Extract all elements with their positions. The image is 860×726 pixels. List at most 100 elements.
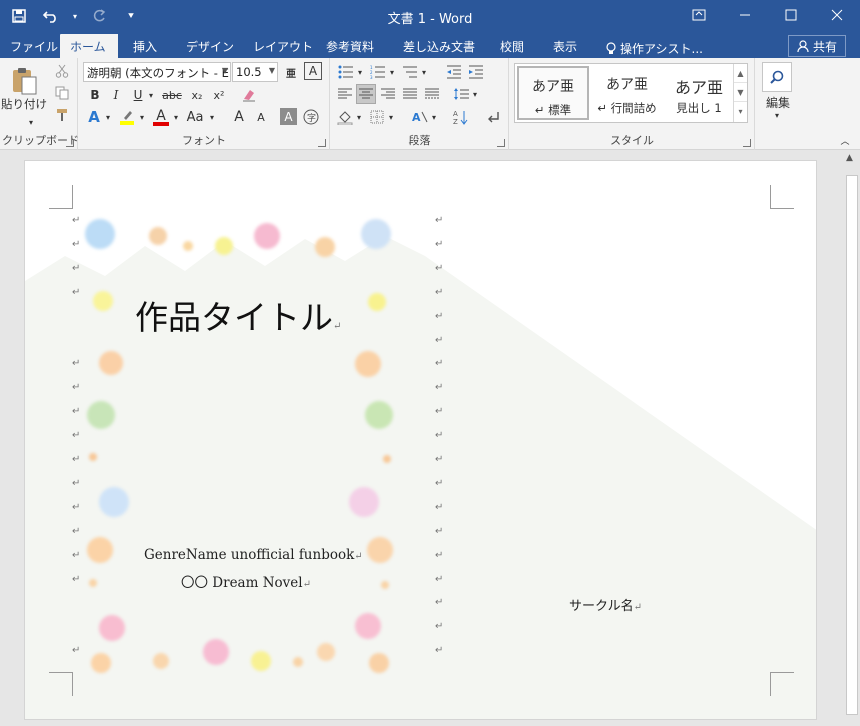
style-no-spacing[interactable]: あア亜 ↵ 行間詰め [591, 66, 663, 120]
underline-dropdown-icon[interactable]: ▾ [146, 85, 156, 105]
character-border-icon[interactable]: A [304, 62, 322, 80]
text-effects-button[interactable]: A [84, 107, 104, 127]
tab-mailings[interactable]: 差し込み文書 [393, 34, 485, 58]
borders-icon[interactable] [367, 107, 387, 127]
maximize-icon[interactable] [768, 0, 814, 30]
person-icon [797, 40, 809, 52]
decoration-dot [381, 581, 389, 589]
close-icon[interactable] [814, 0, 860, 30]
share-button[interactable]: 共有 [787, 35, 846, 57]
paragraph-launcher-icon[interactable] [497, 139, 505, 147]
gallery-more-icon[interactable]: ▾ [734, 102, 747, 121]
tab-review[interactable]: 校閲 [490, 34, 534, 58]
decoration-dot [99, 351, 123, 375]
decoration-dot [149, 227, 167, 245]
sort-icon[interactable]: AZ [451, 107, 471, 127]
enclose-characters-icon[interactable]: 字 [301, 107, 321, 127]
align-center-icon[interactable] [356, 84, 376, 104]
grow-font-button[interactable]: A [229, 107, 249, 127]
character-shading-button[interactable]: A [280, 108, 297, 125]
font-launcher-icon[interactable] [318, 139, 326, 147]
collapse-ribbon-icon[interactable]: ︿ [838, 134, 852, 147]
styles-launcher-icon[interactable] [743, 139, 751, 147]
paste-button[interactable]: 貼り付け [1, 62, 47, 116]
style-heading-1[interactable]: あア亜 見出し 1 [663, 66, 735, 120]
asian-layout-dropdown-icon[interactable]: ▾ [430, 107, 438, 127]
change-case-dropdown-icon[interactable]: ▾ [207, 107, 217, 127]
paragraph-mark: ↵ [72, 215, 81, 226]
format-painter-icon[interactable] [52, 106, 72, 124]
bullets-dropdown-icon[interactable]: ▾ [356, 62, 364, 82]
genre-line[interactable]: GenreName unofficial funbook↵ [144, 547, 363, 563]
paragraph-mark: ↵ [435, 525, 444, 537]
vertical-scrollbar[interactable]: ▲ [843, 151, 860, 726]
italic-button[interactable]: I [106, 85, 126, 105]
shading-icon[interactable] [335, 107, 355, 127]
underline-button[interactable]: U [128, 85, 148, 105]
bullets-icon[interactable] [335, 62, 357, 82]
numbering-dropdown-icon[interactable]: ▾ [388, 62, 396, 82]
tab-view[interactable]: 表示 [543, 34, 587, 58]
document-page[interactable]: 作品タイトル↵ GenreName unofficial funbook↵ 〇〇… [24, 160, 817, 720]
scroll-thumb[interactable] [846, 175, 858, 715]
paste-dropdown-icon[interactable]: ▾ [26, 118, 36, 127]
decoration-dot [367, 537, 393, 563]
paragraph-mark: ↵ [435, 286, 444, 298]
tab-design[interactable]: デザイン [176, 34, 244, 58]
scroll-up-icon[interactable]: ▲ [846, 153, 853, 163]
highlight-icon[interactable] [117, 107, 137, 127]
distributed-icon[interactable] [422, 84, 442, 104]
show-marks-icon[interactable] [483, 107, 503, 127]
text-effects-dropdown-icon[interactable]: ▾ [103, 107, 113, 127]
font-color-dropdown-icon[interactable]: ▾ [171, 107, 181, 127]
tab-home[interactable]: ホーム [60, 34, 118, 58]
font-color-button[interactable]: A [151, 107, 171, 127]
tab-insert[interactable]: 挿入 [123, 34, 167, 58]
multilevel-dropdown-icon[interactable]: ▾ [420, 62, 428, 82]
editing-dropdown-icon[interactable]: ▾ [772, 110, 782, 120]
tell-me-box[interactable]: 操作アシスト... [596, 34, 713, 58]
cut-icon[interactable] [52, 62, 72, 80]
font-size-combo[interactable]: 10.5 ▼ [232, 62, 278, 82]
decrease-indent-icon[interactable] [443, 62, 465, 82]
font-group-label: フォント [182, 134, 226, 147]
gallery-down-icon[interactable]: ▼ [734, 83, 747, 102]
novel-line[interactable]: 〇〇 Dream Novel↵ [181, 571, 311, 591]
shrink-font-button[interactable]: A [251, 107, 271, 127]
change-case-button[interactable]: Aa [183, 107, 207, 127]
editing-button[interactable]: 編集 [758, 94, 798, 110]
bold-button[interactable]: B [85, 85, 105, 105]
highlight-dropdown-icon[interactable]: ▾ [137, 107, 147, 127]
justify-icon[interactable] [400, 84, 420, 104]
tab-references[interactable]: 参考資料 [316, 34, 384, 58]
tab-file[interactable]: ファイル [0, 34, 68, 58]
tab-layout[interactable]: レイアウト [243, 34, 323, 58]
align-right-icon[interactable] [378, 84, 398, 104]
find-icon[interactable] [762, 62, 792, 92]
asian-layout-icon[interactable]: A [409, 107, 431, 127]
superscript-button[interactable]: x² [209, 85, 229, 105]
copy-icon[interactable] [52, 84, 72, 102]
multilevel-list-icon[interactable] [399, 62, 421, 82]
window-controls [676, 0, 860, 30]
paragraph-mark: ↵ [354, 551, 363, 562]
shading-dropdown-icon[interactable]: ▾ [355, 107, 363, 127]
strikethrough-button[interactable]: abc [159, 85, 185, 105]
minimize-icon[interactable] [722, 0, 768, 30]
font-name-combo[interactable]: 游明朝 (本文のフォント - E ▼ [83, 62, 231, 82]
borders-dropdown-icon[interactable]: ▾ [387, 107, 395, 127]
circle-name-line[interactable]: サークル名↵ [569, 595, 642, 614]
ribbon-display-options-icon[interactable] [676, 0, 722, 30]
line-spacing-dropdown-icon[interactable]: ▾ [471, 84, 479, 104]
style-normal[interactable]: あア亜 ↵ 標準 [517, 66, 589, 120]
document-title[interactable]: 作品タイトル↵ [135, 291, 341, 339]
subscript-button[interactable]: x₂ [187, 85, 207, 105]
clipboard-launcher-icon[interactable] [66, 139, 74, 147]
line-spacing-icon[interactable] [451, 84, 471, 104]
phonetic-guide-icon[interactable]: 亜 [282, 62, 300, 82]
clear-formatting-icon[interactable] [239, 85, 259, 105]
numbering-icon[interactable]: 123 [367, 62, 389, 82]
increase-indent-icon[interactable] [465, 62, 487, 82]
gallery-up-icon[interactable]: ▲ [734, 64, 747, 83]
align-left-icon[interactable] [335, 84, 355, 104]
